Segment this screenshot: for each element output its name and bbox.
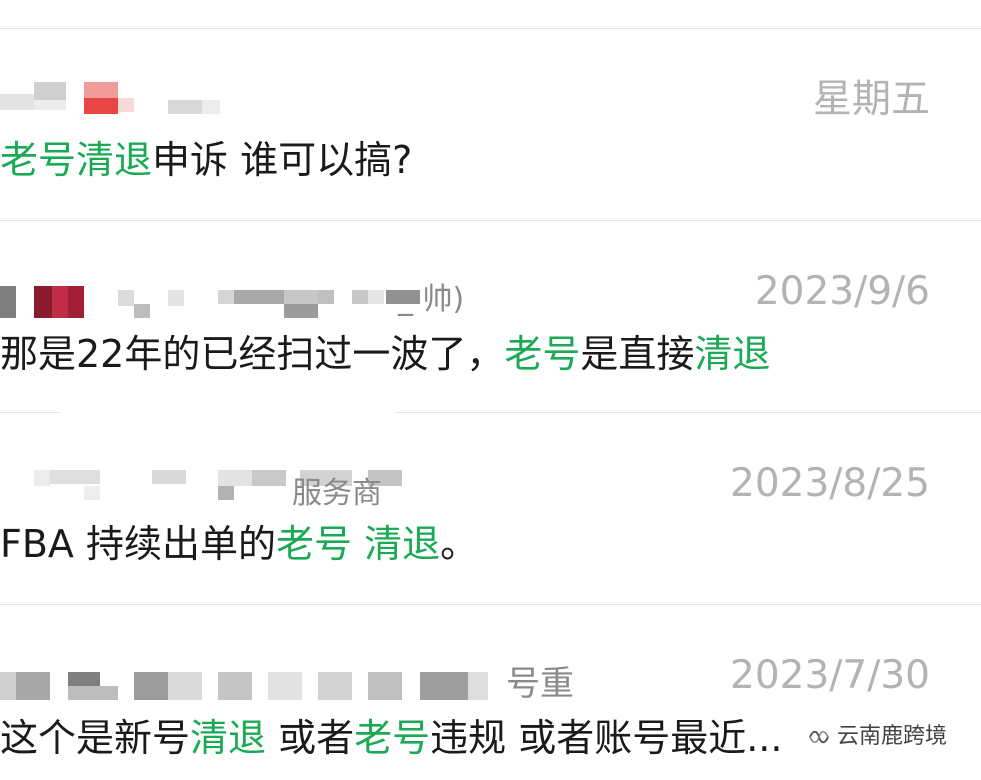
sender-name-partial: 号重 [506, 664, 574, 704]
sender-name-blurred: 号重 [0, 664, 720, 706]
message-timestamp: 星期五 [812, 77, 930, 122]
message-timestamp: 2023/7/30 [730, 653, 930, 698]
sender-name-blurred [0, 80, 720, 120]
highlight-keyword: 老号 [504, 332, 581, 376]
watermark-text: 云南鹿跨境 [836, 724, 947, 749]
message-text: 申诉 谁可以搞? [152, 138, 413, 182]
message-timestamp: 2023/9/6 [754, 269, 930, 314]
message-text: 是直接 [580, 332, 695, 376]
highlight-keyword: 老号清退 [0, 138, 153, 182]
chat-result-item[interactable]: 号重 2023/7/30 这个是新号清退 或者老号违规 或者账号最近... [0, 604, 981, 780]
search-results-list: 星期五 老号清退申诉 谁可以搞? _ 帅) 2023/9/6 那是22年的已经扫… [0, 0, 981, 780]
highlight-keyword: 老号 [354, 716, 431, 760]
highlight-keyword: 老号 清退 [276, 522, 441, 566]
chat-result-item[interactable]: 星期五 老号清退申诉 谁可以搞? [0, 28, 981, 220]
message-text: 或者 [266, 716, 355, 760]
wechat-channel-icon [808, 730, 829, 744]
message-text: 。 [440, 522, 479, 566]
watermark: 云南鹿跨境 [802, 722, 953, 752]
message-text: FBA 持续出单的 [0, 522, 277, 566]
sender-name-blurred: 服务商 [0, 466, 720, 511]
chat-result-item[interactable]: _ 帅) 2023/9/6 那是22年的已经扫过一波了，老号是直接清退 [0, 220, 981, 412]
message-text: 这个是新号 [0, 716, 191, 760]
sender-name-partial: _ 帅) [398, 282, 465, 317]
message-preview: 那是22年的已经扫过一波了，老号是直接清退 [0, 330, 770, 378]
highlight-keyword: 清退 [190, 716, 267, 760]
message-preview: 老号清退申诉 谁可以搞? [0, 136, 412, 184]
highlight-keyword: 清退 [694, 332, 771, 376]
chat-result-item[interactable]: 服务商 2023/8/25 FBA 持续出单的老号 清退。 [0, 412, 981, 604]
message-preview: FBA 持续出单的老号 清退。 [0, 520, 478, 568]
sender-name-blurred: _ 帅) [0, 282, 720, 324]
message-timestamp: 2023/8/25 [730, 461, 930, 506]
message-preview: 这个是新号清退 或者老号违规 或者账号最近... [0, 714, 782, 762]
message-text: 那是22年的已经扫过一波了， [0, 332, 505, 376]
message-text: 违规 或者账号最近... [430, 716, 783, 760]
sender-name-partial: 服务商 [292, 476, 382, 511]
